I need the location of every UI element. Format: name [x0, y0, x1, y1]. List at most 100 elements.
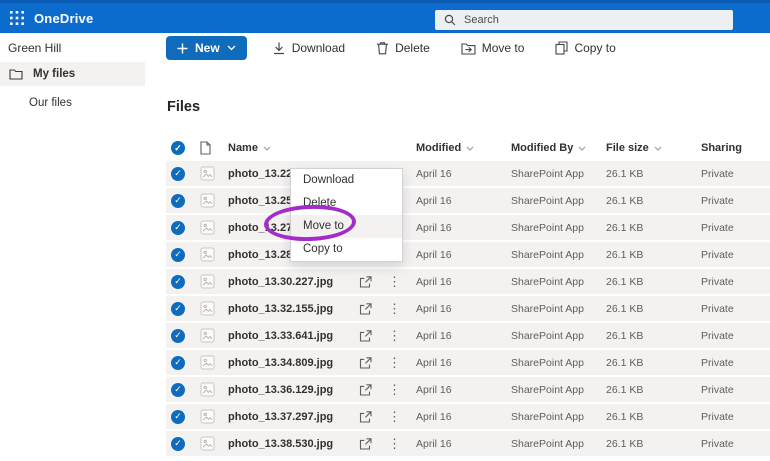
sharing-cell: Private	[701, 329, 734, 342]
modified-column-header[interactable]: Modified	[416, 142, 511, 154]
app-launcher-icon[interactable]	[0, 3, 34, 33]
sidebar: My files Our files	[0, 62, 160, 115]
share-icon[interactable]	[358, 410, 388, 424]
menu-item-download[interactable]: Download	[291, 169, 402, 192]
row-checkbox[interactable]: ✓	[166, 436, 200, 451]
modified-by-column-header[interactable]: Modified By	[511, 142, 606, 154]
image-file-icon	[200, 382, 228, 397]
row-checkbox[interactable]: ✓	[166, 301, 200, 316]
menu-item-copy-to[interactable]: Copy to	[291, 238, 402, 261]
modified-by-cell: SharePoint App	[511, 275, 584, 288]
table-row[interactable]: ✓ photo_13.37.297.jpg ⋮ April 16 SharePo…	[166, 404, 770, 429]
file-name[interactable]: photo_13.37.297.jpg	[228, 411, 358, 423]
sidebar-item-our-files[interactable]: Our files	[0, 91, 160, 115]
modified-cell: April 16	[416, 167, 452, 180]
modified-cell: April 16	[416, 275, 452, 288]
context-menu: Download Delete Move to Copy to	[290, 168, 403, 262]
file-size-cell: 26.1 KB	[606, 275, 644, 288]
share-icon[interactable]	[358, 302, 388, 316]
delete-button[interactable]: Delete	[370, 40, 436, 56]
share-icon[interactable]	[358, 275, 388, 289]
row-checkbox[interactable]: ✓	[166, 409, 200, 424]
file-size-column-header[interactable]: File size	[606, 142, 701, 154]
share-icon[interactable]	[358, 356, 388, 370]
table-row[interactable]: ✓ photo_13.32.155.jpg ⋮ April 16 SharePo…	[166, 296, 770, 321]
more-options-icon[interactable]: ⋮	[388, 328, 416, 344]
file-size-cell: 26.1 KB	[606, 437, 644, 450]
more-options-icon[interactable]: ⋮	[388, 409, 416, 425]
checkbox-checked-icon: ✓	[171, 436, 185, 451]
modified-cell: April 16	[416, 194, 452, 207]
modified-by-cell: SharePoint App	[511, 194, 584, 207]
row-checkbox[interactable]: ✓	[166, 328, 200, 343]
sharing-cell: Private	[701, 356, 734, 369]
row-checkbox[interactable]: ✓	[166, 355, 200, 370]
delete-label: Delete	[395, 41, 430, 55]
more-options-icon[interactable]: ⋮	[388, 274, 416, 290]
sort-chevron-icon	[578, 146, 586, 151]
modified-cell: April 16	[416, 329, 452, 342]
file-size-cell: 26.1 KB	[606, 410, 644, 423]
copy-to-button[interactable]: Copy to	[549, 40, 621, 56]
header-label: Sharing	[701, 142, 742, 154]
select-all-checkbox[interactable]: ✓	[166, 141, 200, 155]
page-title: Files	[167, 99, 201, 115]
file-name[interactable]: photo_13.33.641.jpg	[228, 330, 358, 342]
menu-item-move-to[interactable]: Move to	[291, 215, 402, 238]
row-checkbox[interactable]: ✓	[166, 274, 200, 289]
row-checkbox[interactable]: ✓	[166, 382, 200, 397]
share-icon[interactable]	[358, 383, 388, 397]
name-column-header[interactable]: Name	[228, 142, 358, 154]
file-name[interactable]: photo_13.34.809.jpg	[228, 357, 358, 369]
file-size-cell: 26.1 KB	[606, 167, 644, 180]
file-name[interactable]: photo_13.38.530.jpg	[228, 438, 358, 450]
table-row[interactable]: ✓ photo_13.34.809.jpg ⋮ April 16 SharePo…	[166, 350, 770, 375]
more-options-icon[interactable]: ⋮	[388, 355, 416, 371]
image-file-icon	[200, 301, 228, 316]
site-name[interactable]: Green Hill	[8, 41, 61, 55]
file-name[interactable]: photo_13.32.155.jpg	[228, 303, 358, 315]
modified-by-cell: SharePoint App	[511, 383, 584, 396]
plus-icon	[177, 43, 188, 54]
table-row[interactable]: ✓ photo_13.22.44 ⋮ April 16 SharePoint	[166, 161, 770, 186]
file-name[interactable]: photo_13.36.129.jpg	[228, 384, 358, 396]
modified-by-cell: SharePoint App	[511, 248, 584, 261]
download-icon	[272, 41, 286, 55]
file-type-column-header[interactable]	[200, 141, 228, 155]
row-checkbox[interactable]: ✓	[166, 193, 200, 208]
app-title[interactable]: OneDrive	[34, 11, 93, 26]
sharing-column-header[interactable]: Sharing	[701, 142, 770, 154]
more-options-icon[interactable]: ⋮	[388, 301, 416, 317]
share-icon[interactable]	[358, 437, 388, 451]
more-options-icon[interactable]: ⋮	[388, 382, 416, 398]
image-file-icon	[200, 220, 228, 235]
table-row[interactable]: ✓ photo_13.38.530.jpg ⋮ April 16 SharePo…	[166, 431, 770, 456]
table-row[interactable]: ✓ photo_13.36.129.jpg ⋮ April 16 SharePo…	[166, 377, 770, 402]
checkbox-checked-icon: ✓	[171, 247, 185, 262]
table-row[interactable]: ✓ photo_13.30.227.jpg ⋮ April 16 SharePo…	[166, 269, 770, 294]
file-size-cell: 26.1 KB	[606, 356, 644, 369]
folder-icon	[9, 68, 23, 80]
table-row[interactable]: ✓ photo_13.27.3 ⋮ April 16 SharePoint A	[166, 215, 770, 240]
table-header: ✓ Name Modified Modified By File size Sh…	[166, 139, 770, 157]
sidebar-item-my-files[interactable]: My files	[0, 62, 145, 86]
share-icon[interactable]	[358, 329, 388, 343]
table-row[interactable]: ✓ photo_13.25.679 ⋮ April 16 SharePoint	[166, 188, 770, 213]
row-checkbox[interactable]: ✓	[166, 220, 200, 235]
row-checkbox[interactable]: ✓	[166, 247, 200, 262]
move-to-button[interactable]: Move to	[455, 40, 531, 56]
header-label: File size	[606, 142, 649, 154]
file-name[interactable]: photo_13.30.227.jpg	[228, 276, 358, 288]
table-row[interactable]: ✓ photo_13.33.641.jpg ⋮ April 16 SharePo…	[166, 323, 770, 348]
file-size-cell: 26.1 KB	[606, 329, 644, 342]
menu-item-delete[interactable]: Delete	[291, 192, 402, 215]
row-checkbox[interactable]: ✓	[166, 166, 200, 181]
modified-cell: April 16	[416, 383, 452, 396]
download-button[interactable]: Download	[266, 40, 351, 56]
image-file-icon	[200, 166, 228, 181]
search-input[interactable]	[462, 13, 724, 27]
table-row[interactable]: ✓ photo_13.28.889 ⋮ April 16 SharePoint	[166, 242, 770, 267]
sharing-cell: Private	[701, 221, 734, 234]
more-options-icon[interactable]: ⋮	[388, 436, 416, 452]
new-button[interactable]: New	[166, 36, 247, 60]
